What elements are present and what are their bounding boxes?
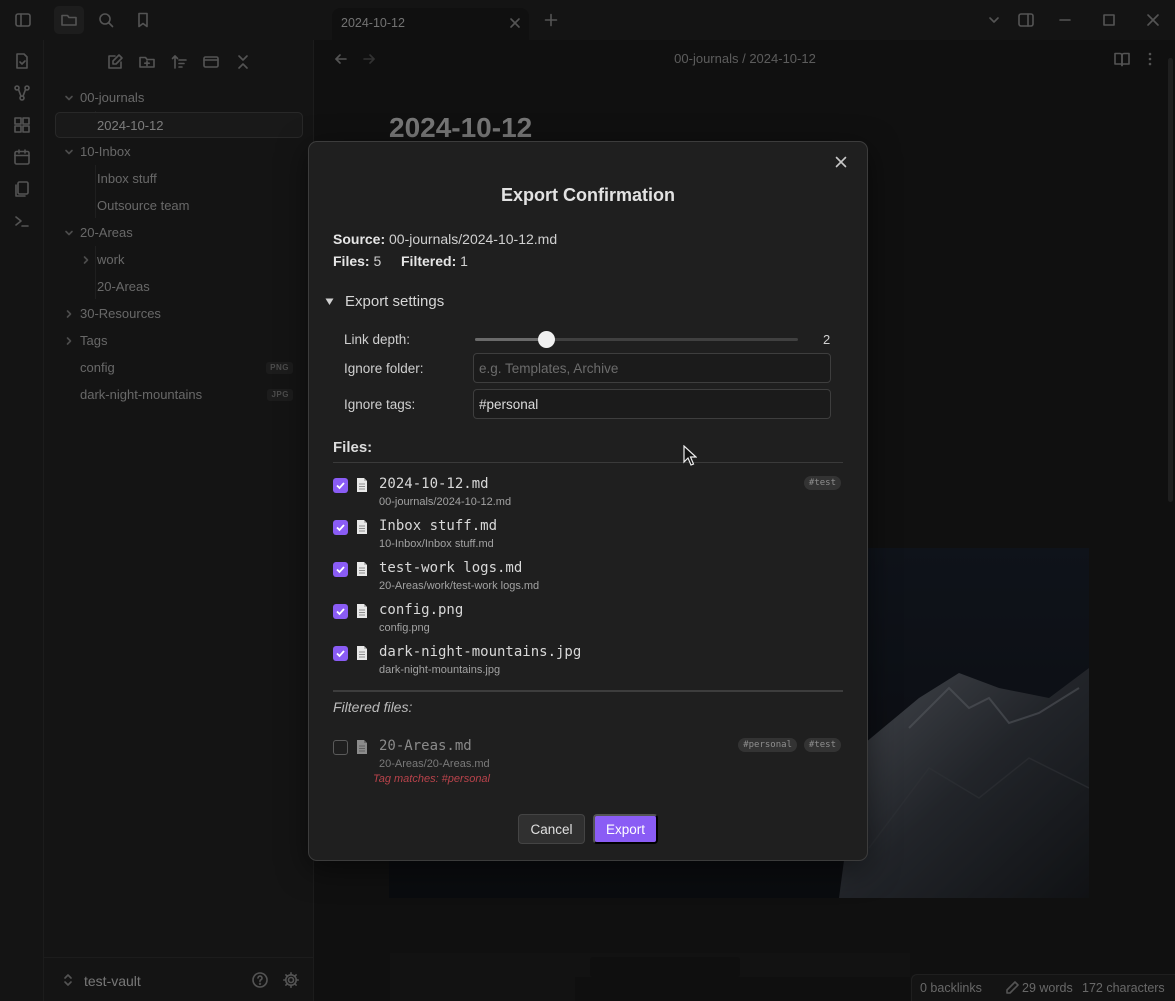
- file-name: 20-Areas.md: [379, 738, 472, 754]
- link-depth-value: 2: [823, 332, 831, 347]
- tag-badge: #personal: [738, 738, 797, 752]
- file-checkbox[interactable]: [333, 520, 348, 535]
- slider-knob[interactable]: [538, 331, 556, 348]
- source-value: 00-journals/2024-10-12.md: [389, 231, 558, 247]
- file-name: config.png: [379, 602, 464, 618]
- ignore-tags-input[interactable]: [473, 389, 831, 419]
- filtered-count: 1: [460, 253, 468, 269]
- file-row[interactable]: 2024-10-12.md 00-journals/2024-10-12.md …: [333, 475, 843, 517]
- divider: [333, 690, 843, 692]
- slider-fill: [475, 338, 547, 341]
- tag-badge: #test: [803, 738, 841, 752]
- filtered-label: Filtered:: [401, 253, 457, 269]
- file-path: 20-Areas/20-Areas.md: [379, 758, 490, 770]
- ignore-folder-label: Ignore folder:: [344, 361, 424, 376]
- source-line: Source: 00-journals/2024-10-12.md: [333, 231, 557, 247]
- export-settings-toggle[interactable]: Export settings: [325, 293, 444, 310]
- file-row[interactable]: test-work logs.md 20-Areas/work/test-wor…: [333, 559, 843, 601]
- file-row[interactable]: Inbox stuff.md 10-Inbox/Inbox stuff.md: [333, 517, 843, 559]
- file-icon: [355, 739, 369, 755]
- file-path: dark-night-mountains.jpg: [379, 664, 501, 676]
- file-checkbox[interactable]: [333, 646, 348, 661]
- file-icon: [355, 603, 369, 619]
- file-path: 10-Inbox/Inbox stuff.md: [379, 538, 494, 550]
- file-name: Inbox stuff.md: [379, 518, 498, 534]
- link-depth-slider[interactable]: [475, 331, 798, 348]
- ignore-tags-label: Ignore tags:: [344, 397, 416, 412]
- filtered-count-line: Filtered: 1: [401, 253, 468, 269]
- export-confirmation-modal: Export Confirmation Source: 00-journals/…: [308, 141, 868, 861]
- file-icon: [355, 561, 369, 577]
- export-settings-label: Export settings: [345, 293, 445, 310]
- files-count: 5: [373, 253, 382, 269]
- file-checkbox[interactable]: [333, 478, 348, 493]
- file-checkbox[interactable]: [333, 740, 348, 755]
- close-icon[interactable]: [831, 152, 851, 172]
- mouse-cursor-icon: [683, 445, 697, 467]
- files-label: Files:: [333, 253, 370, 269]
- triangle-down-icon: [325, 298, 334, 305]
- file-name: 2024-10-12.md: [379, 476, 489, 492]
- file-row[interactable]: dark-night-mountains.jpg dark-night-moun…: [333, 643, 843, 685]
- file-row[interactable]: config.png config.png: [333, 601, 843, 643]
- link-depth-label: Link depth:: [344, 332, 411, 347]
- cancel-button[interactable]: Cancel: [518, 814, 585, 844]
- filter-reason: Tag matches: #personal: [373, 773, 490, 785]
- ignore-folder-input[interactable]: [473, 353, 831, 383]
- file-path: 20-Areas/work/test-work logs.md: [379, 580, 540, 592]
- file-path: config.png: [379, 622, 430, 634]
- files-count-line: Files: 5: [333, 253, 381, 269]
- filtered-files-heading: Filtered files:: [333, 699, 413, 715]
- file-checkbox[interactable]: [333, 562, 348, 577]
- modal-title: Export Confirmation: [501, 185, 675, 205]
- file-name: dark-night-mountains.jpg: [379, 644, 582, 660]
- export-button[interactable]: Export: [593, 814, 658, 844]
- tag-badge: #test: [803, 476, 841, 490]
- file-checkbox[interactable]: [333, 604, 348, 619]
- file-icon: [355, 645, 369, 661]
- file-icon: [355, 519, 369, 535]
- file-icon: [355, 477, 369, 493]
- source-label: Source:: [333, 231, 386, 247]
- file-path: 00-journals/2024-10-12.md: [379, 496, 512, 508]
- files-heading: Files:: [333, 439, 373, 456]
- divider: [333, 462, 843, 463]
- file-name: test-work logs.md: [379, 560, 523, 576]
